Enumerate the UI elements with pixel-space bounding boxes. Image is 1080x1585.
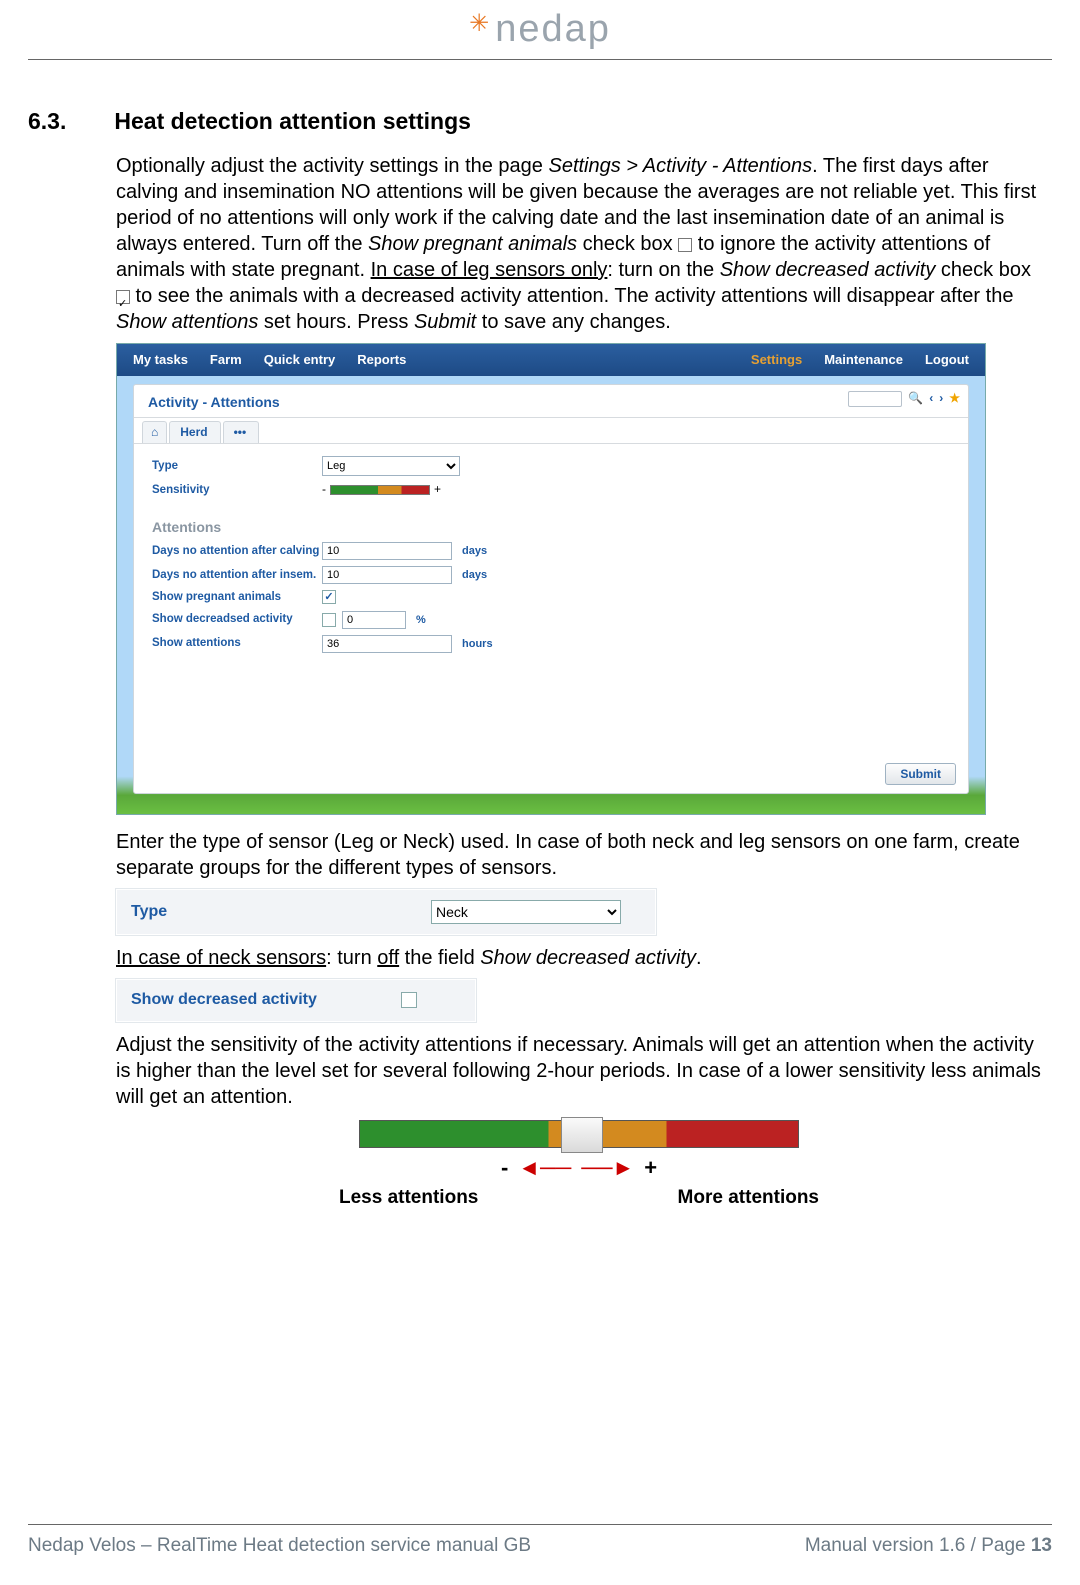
caption-less: Less attentions [339,1186,478,1211]
sensitivity-slider-large: - ◄── ──► + [359,1120,799,1183]
slider-thumb[interactable] [561,1117,603,1153]
type-field-shot: Type Neck [116,889,656,935]
card-title: Activity - Attentions 🔍 ‹ › ★ [134,385,968,418]
menu-my-tasks[interactable]: My tasks [133,352,188,369]
label-type: Type [152,459,322,474]
slider-track[interactable] [330,485,430,495]
tab-more[interactable]: ••• [223,421,260,444]
checkbox-show-decreased[interactable] [322,613,336,627]
checkbox-checked-icon [116,290,130,304]
checkbox-show-pregnant[interactable] [322,590,336,604]
checkbox-sda-2[interactable] [401,992,417,1008]
breadcrumb-tabs: ⌂ Herd ••• [134,418,968,444]
next-icon[interactable]: › [939,391,943,407]
input-show-decreased[interactable] [342,611,406,629]
arrow-right-icon: ──► [581,1154,634,1183]
search-input[interactable] [848,391,902,407]
star-icon: ✳ [469,9,489,38]
page-header: ✳ nedap [28,0,1052,57]
favorite-icon[interactable]: ★ [949,391,960,407]
brand-logo: ✳ nedap [469,8,611,51]
sensitivity-slider[interactable]: - + [322,482,441,498]
menu-farm[interactable]: Farm [210,352,242,369]
submit-button[interactable]: Submit [885,763,956,785]
label-show-attn: Show attentions [152,636,322,651]
footer-right: Manual version 1.6 / Page 13 [805,1535,1052,1557]
slider-track-large[interactable] [359,1120,799,1148]
arrow-left-icon: ◄── [518,1154,571,1183]
label-days-insem: Days no attention after insem. [152,568,322,583]
paragraph-3: Adjust the sensitivity of the activity a… [116,1032,1042,1110]
prev-icon[interactable]: ‹ [929,391,933,407]
paragraph-2: Enter the type of sensor (Leg or Neck) u… [116,829,1042,881]
menu-maintenance[interactable]: Maintenance [824,352,903,369]
brand-name: nedap [495,8,611,51]
label-sensitivity: Sensitivity [152,483,322,498]
label-type-2: Type [131,902,431,923]
input-days-insem[interactable] [322,566,452,584]
input-show-attn[interactable] [322,635,452,653]
app-menubar: My tasks Farm Quick entry Reports Settin… [117,344,985,376]
section-heading: 6.3. Heat detection attention settings [28,108,1052,135]
footer-left: Nedap Velos – RealTime Heat detection se… [28,1535,531,1557]
menu-quick-entry[interactable]: Quick entry [264,352,336,369]
header-rule [28,59,1052,60]
settings-card: Activity - Attentions 🔍 ‹ › ★ ⌂ Herd •••… [133,384,969,794]
menu-reports[interactable]: Reports [357,352,406,369]
search-icon[interactable]: 🔍 [908,391,923,407]
menu-logout[interactable]: Logout [925,352,969,369]
paragraph-1: Optionally adjust the activity settings … [116,153,1042,335]
card-tools: 🔍 ‹ › ★ [848,391,960,407]
page-footer: Nedap Velos – RealTime Heat detection se… [28,1524,1052,1557]
section-number: 6.3. [28,108,66,135]
checkbox-icon [678,238,692,252]
form-area: Type Leg Sensitivity - + [134,444,968,508]
slider-caption: Less attentions More attentions [339,1186,819,1211]
neck-note: In case of neck sensors: turn off the fi… [116,945,1042,971]
app-screenshot: My tasks Farm Quick entry Reports Settin… [116,343,986,815]
input-days-calving[interactable] [322,542,452,560]
menu-settings[interactable]: Settings [751,352,802,369]
label-show-pregnant: Show pregnant animals [152,590,322,605]
label-show-decreased: Show decreadsed activity [152,612,322,627]
tab-home[interactable]: ⌂ [142,421,167,444]
select-type-2[interactable]: Neck [431,900,621,924]
select-type[interactable]: Leg [322,456,460,476]
section-title: Heat detection attention settings [114,108,471,135]
attentions-heading: Attentions [134,518,968,536]
label-sda-2: Show decreased activity [131,990,401,1011]
tab-herd[interactable]: Herd [169,421,220,444]
sda-field-shot: Show decreased activity [116,979,476,1022]
caption-more: More attentions [678,1186,819,1211]
label-days-calving: Days no attention after calving [152,544,322,559]
